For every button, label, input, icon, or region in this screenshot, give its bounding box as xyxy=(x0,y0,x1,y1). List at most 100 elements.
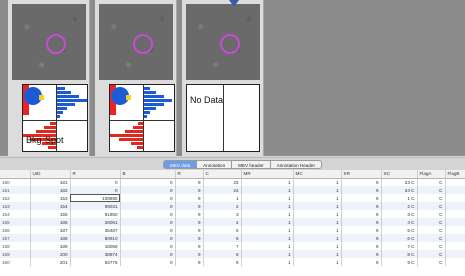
table-row[interactable]: 152 153 108890 0 9 1 1 1 9 1 CC xyxy=(0,194,465,202)
table-cell[interactable]: 4 C xyxy=(381,218,418,226)
table-cell[interactable]: 182 xyxy=(30,186,71,194)
table-row[interactable]: 157 188 80910 0 9 6 1 1 9 6 CC xyxy=(0,234,465,242)
table-cell[interactable]: C xyxy=(417,250,446,258)
table-cell[interactable]: 99031 xyxy=(70,202,121,210)
spot-card-3[interactable]: No Data xyxy=(182,0,264,156)
table-cell[interactable]: 0 xyxy=(120,250,176,258)
column-header[interactable]: R xyxy=(70,170,121,179)
table-cell[interactable]: 0 xyxy=(120,218,176,226)
table-cell[interactable]: 1 xyxy=(293,218,342,226)
table-cell[interactable]: 1 xyxy=(241,250,294,258)
tab-annotation[interactable]: Annotation xyxy=(197,160,233,169)
table-cell[interactable]: 9 xyxy=(341,242,382,250)
table-cell[interactable]: 81850 xyxy=(70,210,121,218)
table-cell[interactable]: C xyxy=(417,178,446,186)
table-row[interactable]: 154 155 81850 0 9 3 1 1 9 3 CC xyxy=(0,210,465,218)
table-cell[interactable]: 154 xyxy=(30,202,71,210)
table-cell[interactable]: 3 xyxy=(203,210,242,218)
column-header[interactable]: R xyxy=(175,170,204,179)
table-cell[interactable]: 5 C xyxy=(381,226,418,234)
column-header[interactable]: SC xyxy=(381,170,418,179)
table-cell[interactable]: 9 xyxy=(341,178,382,186)
column-header[interactable] xyxy=(0,170,31,179)
table-cell[interactable]: C xyxy=(417,210,446,218)
table-cell[interactable]: 1 xyxy=(241,186,294,194)
table-cell[interactable]: 80910 xyxy=(70,234,121,242)
table-cell[interactable]: 9 xyxy=(175,178,204,186)
table-row[interactable]: 156 187 35487 0 9 5 1 1 9 5 CC xyxy=(0,226,465,234)
column-header[interactable]: FlagA xyxy=(417,170,446,179)
column-header[interactable]: C xyxy=(203,170,242,179)
table-cell[interactable]: 9 xyxy=(175,226,204,234)
table-row[interactable]: 160 201 83775 0 9 9 1 1 9 9 CC xyxy=(0,258,465,266)
table-cell[interactable]: 1 xyxy=(293,226,342,234)
table-cell[interactable]: 9 xyxy=(175,242,204,250)
table-cell[interactable] xyxy=(445,258,465,266)
table-cell[interactable]: 24 C xyxy=(381,186,418,194)
table-cell[interactable]: 3 C xyxy=(381,210,418,218)
tab-mev-data[interactable]: MEV data xyxy=(163,160,198,169)
table-cell[interactable] xyxy=(445,202,465,210)
table-cell[interactable]: 0 xyxy=(120,194,176,202)
table-cell[interactable]: C xyxy=(417,242,446,250)
table-cell[interactable]: 0 xyxy=(120,226,176,234)
table-cell[interactable]: 1 xyxy=(241,218,294,226)
table-cell[interactable]: 9 xyxy=(175,202,204,210)
table-cell[interactable]: 1 xyxy=(241,210,294,218)
table-cell[interactable] xyxy=(445,226,465,234)
table-cell[interactable]: 1 xyxy=(293,202,342,210)
table-cell[interactable]: 24 xyxy=(203,186,242,194)
table-cell[interactable]: 1 xyxy=(203,194,242,202)
table-cell[interactable]: 35487 xyxy=(70,226,121,234)
table-cell[interactable]: 1 xyxy=(293,234,342,242)
table-cell[interactable]: 9 xyxy=(341,250,382,258)
spot-card-1[interactable]: Bkg Spot xyxy=(8,0,90,156)
tab-mev-header[interactable]: MEV header xyxy=(232,160,271,169)
table-cell[interactable]: 1 xyxy=(241,202,294,210)
table-cell[interactable]: 9 xyxy=(341,202,382,210)
table-cell[interactable]: 1 xyxy=(293,178,342,186)
table-cell[interactable]: 201 xyxy=(30,258,71,266)
table-cell[interactable]: C xyxy=(417,258,446,266)
column-header[interactable]: SR xyxy=(341,170,382,179)
table-cell[interactable]: 181 xyxy=(30,178,71,186)
column-header[interactable]: FlagB xyxy=(445,170,465,179)
table-cell[interactable]: 9 xyxy=(341,194,382,202)
table-cell[interactable]: 0 xyxy=(120,242,176,250)
table-row[interactable]: 155 186 28061 0 9 4 1 1 9 4 CC xyxy=(0,218,465,226)
table-cell[interactable]: 186 xyxy=(30,218,71,226)
table-cell[interactable] xyxy=(445,210,465,218)
column-header[interactable]: MC xyxy=(293,170,342,179)
table-cell[interactable]: 7 xyxy=(203,242,242,250)
column-header[interactable]: MR xyxy=(241,170,294,179)
spot-card-2[interactable] xyxy=(95,0,177,156)
table-cell[interactable]: 6 xyxy=(203,234,242,242)
table-cell[interactable]: 9 xyxy=(341,218,382,226)
table-cell[interactable]: 5 xyxy=(203,226,242,234)
table-cell[interactable]: 0 xyxy=(120,210,176,218)
table-cell[interactable]: 9 xyxy=(175,234,204,242)
table-cell[interactable]: 9 xyxy=(175,250,204,258)
column-header[interactable]: B xyxy=(120,170,176,179)
table-cell[interactable]: 1 xyxy=(241,178,294,186)
table-cell[interactable]: 83775 xyxy=(70,258,121,266)
tab-annotation-header[interactable]: Annotation Header xyxy=(270,160,322,169)
table-cell[interactable]: 1 xyxy=(293,258,342,266)
table-cell[interactable] xyxy=(445,234,465,242)
table-row[interactable]: 151 182 0 0 9 24 1 1 9 24 CC xyxy=(0,186,465,194)
table-cell[interactable]: 0 xyxy=(70,186,121,194)
table-cell[interactable]: C xyxy=(417,186,446,194)
table-cell[interactable]: 1 xyxy=(241,258,294,266)
table-cell[interactable]: 4 xyxy=(203,218,242,226)
table-cell[interactable] xyxy=(445,218,465,226)
column-header[interactable]: UID xyxy=(30,170,71,179)
table-cell[interactable]: 187 xyxy=(30,226,71,234)
table-cell[interactable]: 9 xyxy=(175,210,204,218)
table-cell[interactable]: 38874 xyxy=(70,250,121,258)
table-cell[interactable]: 1 xyxy=(293,250,342,258)
table-cell[interactable]: 9 C xyxy=(381,258,418,266)
table-cell[interactable]: 1 xyxy=(241,242,294,250)
table-cell[interactable]: 0 xyxy=(120,258,176,266)
table-cell[interactable]: 9 xyxy=(341,186,382,194)
table-cell[interactable]: 23 C xyxy=(381,178,418,186)
